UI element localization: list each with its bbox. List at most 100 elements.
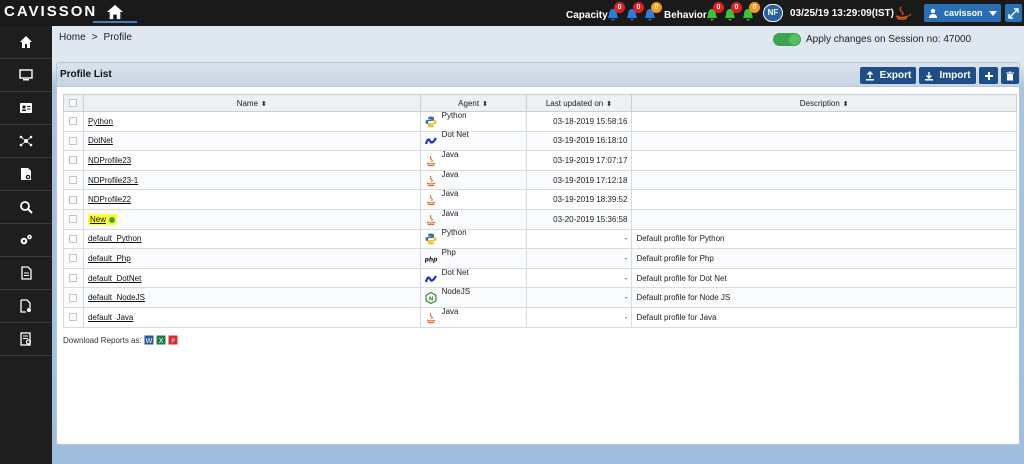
profile-name-link[interactable]: Python: [88, 117, 113, 126]
profile-name-link[interactable]: default_Python: [88, 234, 141, 243]
agent-label: Java: [441, 306, 459, 316]
column-header-name[interactable]: Name ⬍: [82, 94, 421, 112]
svg-text:N: N: [428, 296, 433, 302]
sidebar-item-search[interactable]: [0, 191, 52, 224]
sidebar-item-settings[interactable]: [0, 224, 52, 257]
monitor-icon: [19, 69, 33, 81]
capacity-alert-critical[interactable]: 0: [607, 2, 625, 22]
table-row[interactable]: default_NodeJS N NodeJS - Default profile fo…: [63, 287, 1017, 308]
behavior-minor-count: 0: [749, 2, 760, 13]
svg-text:X: X: [158, 337, 163, 345]
dotnet-icon: [424, 135, 437, 147]
row-checkbox[interactable]: [69, 195, 78, 204]
row-checkbox[interactable]: [69, 254, 78, 263]
agent-wrap: Python: [425, 111, 522, 128]
row-checkbox[interactable]: [69, 136, 78, 145]
report-search-icon: [20, 332, 32, 346]
nf-avatar[interactable]: NF: [763, 4, 783, 22]
pdf-file-icon[interactable]: P: [168, 335, 178, 345]
profile-name-link[interactable]: NDProfile23: [88, 156, 131, 165]
dotnet-icon: [424, 273, 437, 285]
table-row[interactable]: default_Python Python - Default profile for…: [63, 228, 1017, 250]
delete-profile-button[interactable]: [1001, 67, 1019, 84]
profile-name-link[interactable]: NDProfile22: [88, 195, 131, 204]
row-checkbox[interactable]: [69, 117, 78, 126]
select-all-checkbox[interactable]: [69, 99, 78, 107]
import-icon: [925, 71, 934, 80]
apply-changes-toggle[interactable]: [773, 33, 801, 46]
behavior-alert-minor[interactable]: 0: [742, 2, 760, 22]
row-checkbox[interactable]: [69, 234, 78, 243]
sidebar-item-reports[interactable]: [0, 158, 52, 191]
behavior-alert-major[interactable]: 0: [724, 2, 742, 22]
row-checkbox[interactable]: [69, 215, 78, 224]
updated-cell: -: [525, 287, 633, 308]
export-button[interactable]: Export: [860, 67, 916, 84]
behavior-alert-critical[interactable]: 0: [706, 2, 724, 22]
sidebar-item-profile[interactable]: [0, 92, 52, 125]
sidebar-item-files[interactable]: [0, 257, 52, 290]
column-header-updated[interactable]: Last updated on ⬍: [525, 94, 633, 112]
panel-header: Profile List Export Import: [57, 63, 1019, 87]
description-cell: [631, 111, 1017, 132]
agent-cell: Java: [419, 150, 527, 171]
profile-name-link[interactable]: DotNet: [88, 136, 113, 145]
agent-cell: Java: [419, 306, 527, 328]
profile-name-link[interactable]: default_Java: [88, 313, 133, 322]
agent-label: Python: [441, 110, 467, 120]
profile-name-link[interactable]: default_DotNet: [88, 274, 141, 283]
fullscreen-button[interactable]: [1005, 4, 1022, 22]
profile-name-link[interactable]: NDProfile23-1: [88, 176, 138, 185]
column-header-description-label: Description: [799, 98, 840, 108]
sidebar-item-analysis[interactable]: [0, 323, 52, 356]
column-header-description[interactable]: Description ⬍: [631, 94, 1017, 112]
table-row[interactable]: NDProfile22 Java 03-19-2019 18:39:52: [63, 189, 1017, 210]
profile-name-link[interactable]: default_Php: [88, 254, 131, 263]
sidebar-item-topology[interactable]: [0, 125, 52, 158]
profile-name-link[interactable]: default_NodeJS: [88, 293, 145, 302]
table-row[interactable]: default_Php php Php - Default profile for Ph…: [63, 248, 1017, 269]
word-file-icon[interactable]: W: [144, 335, 154, 345]
capacity-alert-major[interactable]: 0: [626, 2, 644, 22]
add-profile-button[interactable]: [979, 67, 998, 84]
id-card-icon: [20, 103, 32, 113]
row-checkbox[interactable]: [69, 274, 78, 283]
table-row[interactable]: DotNet Dot Net 03-19-2019 16:18:10: [63, 130, 1017, 152]
profile-name-link[interactable]: New: [90, 215, 106, 224]
excel-file-icon[interactable]: X: [156, 335, 166, 345]
import-button[interactable]: Import: [919, 67, 976, 84]
active-status-dot: [109, 216, 115, 223]
column-header-agent[interactable]: Agent ⬍: [419, 94, 527, 112]
sort-icon: ⬍: [606, 100, 613, 108]
table-row[interactable]: NDProfile23 Java 03-19-2019 17:07:17: [63, 150, 1017, 171]
row-checkbox[interactable]: [69, 176, 78, 185]
network-icon: [19, 135, 33, 147]
updated-cell: 03-19-2019 16:18:10: [525, 130, 633, 152]
updated-cell: -: [525, 267, 633, 289]
sidebar-item-config[interactable]: [0, 290, 52, 323]
user-menu-button[interactable]: cavisson: [924, 4, 1001, 22]
agent-cell: Python: [419, 111, 527, 132]
sidebar-item-monitor[interactable]: [0, 59, 52, 92]
description-cell: [631, 130, 1017, 152]
agent-wrap: Java: [425, 150, 522, 167]
java-icon: [425, 175, 437, 187]
table-row[interactable]: Python Python 03-18-2019 15:58:16: [63, 111, 1017, 132]
sidebar-item-home[interactable]: [0, 26, 52, 59]
row-select-cell: [63, 248, 84, 269]
row-checkbox[interactable]: [69, 313, 78, 322]
row-checkbox[interactable]: [69, 293, 78, 302]
breadcrumb-home[interactable]: Home: [59, 32, 86, 43]
agent-cell: Java: [419, 189, 527, 210]
capacity-alert-minor[interactable]: 0: [644, 2, 662, 22]
row-checkbox[interactable]: [69, 156, 78, 165]
home-tab[interactable]: [93, 3, 137, 23]
nodejs-icon: N: [425, 291, 437, 305]
table-row[interactable]: New Java 03-20-2019 15:36:58: [63, 208, 1017, 230]
table-row[interactable]: NDProfile23-1 Java 03-19-2019 17:12:18: [63, 170, 1017, 191]
table-row[interactable]: default_Java Java - Default profile for Jav…: [63, 306, 1017, 328]
name-cell: New: [82, 208, 421, 230]
behavior-label: Behavior: [664, 10, 707, 21]
java-agent-menu[interactable]: [893, 5, 913, 21]
table-row[interactable]: default_DotNet Dot Net - Default profile fo…: [63, 267, 1017, 289]
